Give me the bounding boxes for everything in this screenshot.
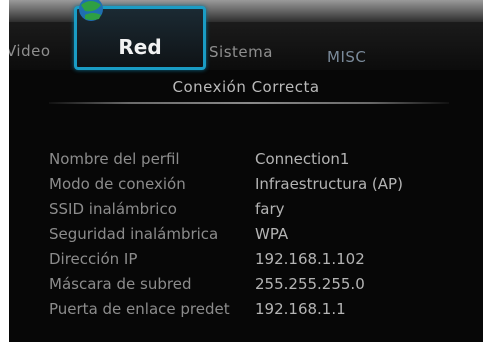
tab-red-label: Red: [118, 35, 162, 59]
detail-label: Seguridad inalámbrica: [49, 225, 219, 243]
detail-value: Connection1: [255, 150, 350, 168]
detail-value: WPA: [255, 225, 289, 243]
tab-video[interactable]: Video: [9, 42, 51, 60]
connection-status: Conexión Correcta: [172, 78, 320, 96]
tab-misc[interactable]: MISC: [327, 48, 366, 66]
detail-value: 255.255.255.0: [255, 275, 365, 293]
tv-screen: Video Red Sistema MISC Conexión Correcta…: [9, 0, 483, 342]
detail-label: Nombre del perfil: [49, 150, 180, 168]
detail-label: Modo de conexión: [49, 175, 186, 193]
detail-value: Infraestructura (AP): [255, 175, 403, 193]
network-globe-icon: [79, 0, 103, 21]
detail-label: Dirección IP: [49, 250, 138, 268]
tab-red[interactable]: Red: [74, 0, 206, 70]
detail-value: 192.168.1.1: [255, 300, 346, 318]
detail-label: SSID inalámbrico: [49, 200, 177, 218]
detail-label: Máscara de subred: [49, 275, 192, 293]
detail-value: 192.168.1.102: [255, 250, 365, 268]
tab-sistema[interactable]: Sistema: [209, 43, 273, 61]
detail-value: fary: [255, 200, 285, 218]
detail-label: Puerta de enlace predet: [49, 300, 230, 318]
divider: [49, 102, 449, 104]
